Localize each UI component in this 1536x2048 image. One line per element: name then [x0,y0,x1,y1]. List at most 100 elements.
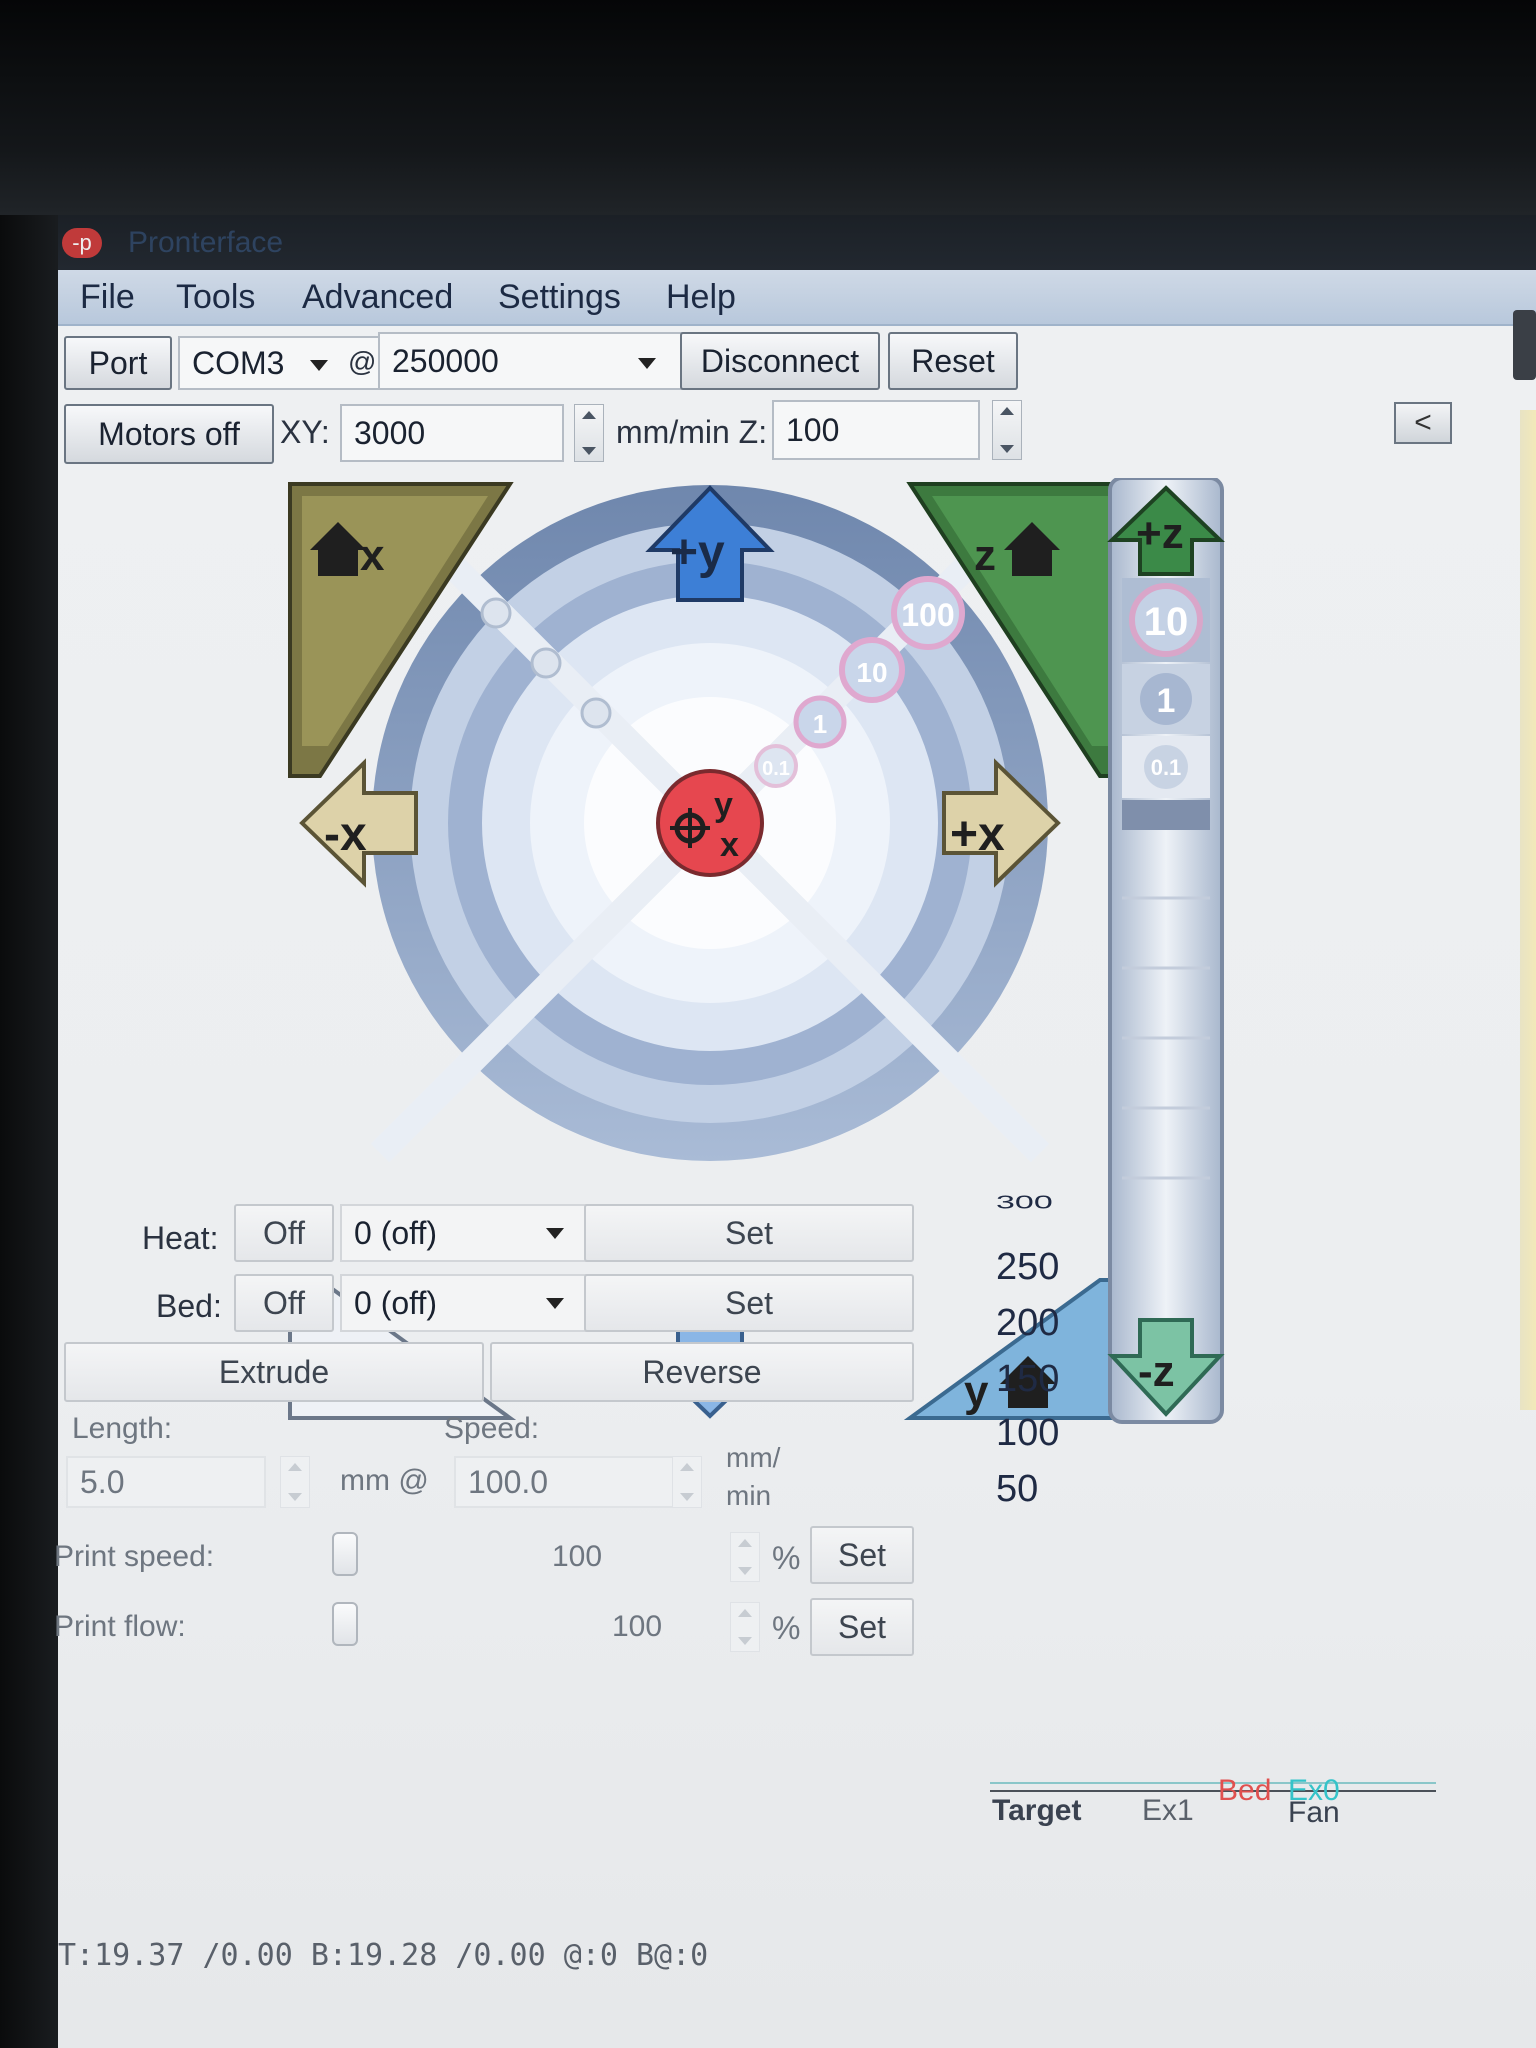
step-01-badge[interactable]: 0.1 [754,744,798,788]
graph-baseline-ex0 [990,1782,1436,1784]
chevron-down-icon[interactable] [546,1298,564,1309]
plus-x-label: +x [950,808,1005,861]
print-flow-set-button[interactable]: Set [810,1598,914,1656]
print-flow-label: Print flow: [54,1610,186,1643]
main-window: File Tools Advanced Settings Help Port C… [54,270,1536,2048]
step-01-label: 0.1 [762,758,790,780]
step-1-label: 1 [813,709,827,739]
graph-baseline [990,1790,1436,1792]
xy-feedrate-label: XY: [280,414,330,450]
print-speed-value: 100 [552,1540,603,1573]
print-speed-unit: % [772,1540,801,1576]
bed-temp-value: 0 (off) [354,1284,437,1321]
speed-label: Speed: [444,1412,540,1445]
reverse-button[interactable]: Reverse [490,1342,914,1402]
speed-stepper[interactable] [672,1456,702,1508]
monitor-bezel-left [0,215,60,2048]
step-10-badge[interactable]: 10 [839,637,905,703]
collapse-panel-button[interactable]: < [1394,402,1452,444]
heat-off-button[interactable]: Off [234,1204,334,1262]
legend-bed: Bed [1218,1774,1272,1807]
baud-at-label: @ [348,346,377,377]
z-step-01-label: 0.1 [1151,755,1182,780]
step-10-label: 10 [856,657,887,688]
app-logo-icon: -p [62,228,102,258]
menu-bar: File Tools Advanced Settings Help [58,270,1536,326]
bed-set-button[interactable]: Set [584,1274,914,1332]
print-flow-unit: % [772,1610,801,1646]
motors-off-button[interactable]: Motors off [64,404,274,464]
monitor-bezel-top [0,0,1536,215]
z-step-01-badge[interactable]: 0.1 [1122,736,1210,798]
reset-button[interactable]: Reset [888,332,1018,390]
baud-value: 250000 [392,342,499,379]
center-button[interactable]: y x [656,769,764,877]
print-flow-value: 100 [612,1610,663,1643]
step-1-badge[interactable]: 1 [793,695,847,749]
home-y-label: y [964,1367,989,1416]
minus-x-label: -x [324,808,367,861]
step-100-badge[interactable]: 100 [891,576,965,650]
length-unit: mm @ [340,1464,429,1497]
print-speed-set-button[interactable]: Set [810,1526,914,1584]
z-feedrate-stepper[interactable] [992,400,1022,460]
xy-feedrate-stepper[interactable] [574,404,604,462]
z-feedrate-value: 100 [786,411,840,448]
xy-feedrate-value: 3000 [354,414,426,451]
xy-feedrate-input[interactable]: 3000 [340,404,564,462]
z-feedrate-label: mm/min Z: [616,414,768,450]
menu-tools[interactable]: Tools [176,278,255,317]
print-flow-slider[interactable] [332,1602,358,1646]
z-feedrate-input[interactable]: 100 [772,400,980,460]
heat-label: Heat: [142,1220,219,1256]
bed-off-button[interactable]: Off [234,1274,334,1332]
menu-settings[interactable]: Settings [498,278,621,317]
legend-target: Target [992,1794,1082,1827]
graph-y-label-300: 300 [996,1192,1053,1213]
bed-label: Bed: [156,1288,222,1324]
print-speed-label: Print speed: [54,1540,215,1573]
temperature-status: T:19.37 /0.00 B:19.28 /0.00 @:0 B@:0 [58,1938,709,1973]
z-step-10-badge[interactable]: 10 [1122,578,1210,662]
print-flow-stepper[interactable] [730,1602,760,1652]
legend-ex1: Ex1 [1142,1794,1194,1827]
chevron-down-icon[interactable] [310,360,328,371]
window-edge-control [1513,310,1536,380]
speed-unit-top: mm/ [726,1442,781,1473]
print-speed-stepper[interactable] [730,1532,760,1582]
menu-help[interactable]: Help [666,278,736,317]
length-label: Length: [72,1412,173,1445]
home-z-label: z [974,531,996,580]
length-value: 5.0 [80,1463,125,1500]
graph-y-label-150: 150 [996,1358,1060,1400]
side-panel-edge [1520,410,1536,1410]
z-step-1-label: 1 [1157,682,1176,720]
speed-value: 100.0 [468,1463,549,1500]
extrude-button[interactable]: Extrude [64,1342,484,1402]
heat-set-button[interactable]: Set [584,1204,914,1262]
port-button[interactable]: Port [64,336,172,390]
disconnect-button[interactable]: Disconnect [680,332,880,390]
chevron-down-icon[interactable] [638,358,656,369]
z-step-10-label: 10 [1144,600,1189,644]
length-input[interactable]: 5.0 [66,1456,266,1508]
minus-z-label: -z [1138,1347,1175,1396]
window-title: Pronterface [128,226,284,259]
speed-input[interactable]: 100.0 [454,1456,684,1508]
step-100-label: 100 [901,597,954,633]
menu-file[interactable]: File [80,278,135,317]
length-stepper[interactable] [280,1456,310,1508]
chevron-down-icon[interactable] [546,1228,564,1239]
center-y-label: y [714,786,733,824]
z-step-1-badge[interactable]: 1 [1122,664,1210,734]
plus-z-label: +z [1136,509,1184,558]
center-x-label: x [720,826,739,864]
speed-unit-bottom: min [726,1480,772,1511]
graph-y-label-200: 200 [996,1302,1060,1344]
graph-y-label-250: 250 [996,1246,1060,1288]
plus-y-label: +y [670,526,725,579]
graph-y-label-100: 100 [996,1412,1060,1454]
print-speed-slider[interactable] [332,1532,358,1576]
port-value: COM3 [192,344,285,381]
menu-advanced[interactable]: Advanced [302,278,453,317]
